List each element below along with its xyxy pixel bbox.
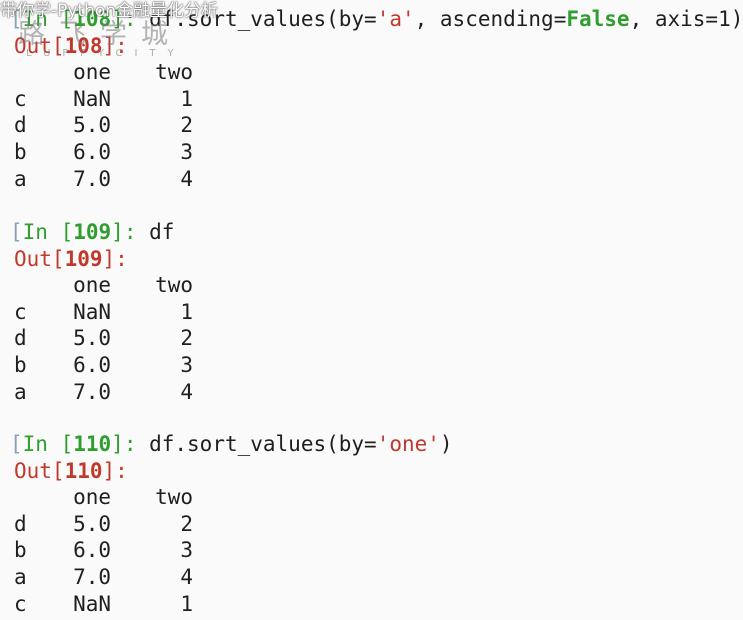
cell-two: 3	[180, 139, 193, 164]
cell-two: 4	[180, 166, 193, 191]
cell-two: 4	[180, 379, 193, 404]
header-index-spacer	[0, 59, 51, 86]
cell-two: 1	[180, 299, 193, 324]
cell-one: NaN	[73, 591, 111, 616]
header-index-spacer	[0, 272, 51, 299]
code-text: , ascending=	[414, 7, 567, 31]
column-header-one: one	[73, 485, 111, 510]
notebook-cell: [In [109]: df Out[109]: one two c NaN 1 d 5.0 2 b 6…	[0, 219, 743, 405]
in-prompt-label: In [	[22, 432, 74, 456]
code-text: df.sort_values(by=	[136, 432, 377, 456]
row-index: a	[14, 166, 27, 191]
dataframe-row: b 6.0 3	[0, 352, 743, 379]
row-index: b	[14, 352, 27, 377]
cell-two: 1	[180, 591, 193, 616]
code-string: 'one'	[376, 432, 440, 456]
row-index: c	[14, 299, 27, 324]
in-prompt-number: 109	[73, 220, 112, 244]
cell-one: 5.0	[73, 113, 111, 138]
row-index: b	[14, 538, 27, 563]
input-line[interactable]: [In [110]: df.sort_values(by='one')	[0, 431, 743, 458]
dataframe-row: c NaN 1	[0, 86, 743, 113]
cell-two: 2	[180, 326, 193, 351]
out-prompt-label: Out[	[14, 246, 65, 271]
dataframe-row: c NaN 1	[0, 591, 743, 618]
cell-two: 2	[180, 113, 193, 138]
cell-one: 6.0	[73, 139, 111, 164]
cell-two: 4	[180, 564, 193, 589]
dataframe-row: d 5.0 2	[0, 112, 743, 139]
row-index: d	[14, 113, 27, 138]
cell-two: 2	[180, 511, 193, 536]
column-header-two: two	[155, 485, 193, 510]
cell-one: 7.0	[73, 564, 111, 589]
cell-one: 7.0	[73, 166, 111, 191]
dataframe-row: d 5.0 2	[0, 325, 743, 352]
out-prompt-number: 110	[64, 458, 103, 483]
output-prompt: Out[110]:	[0, 458, 743, 485]
out-prompt-close: ]:	[102, 458, 128, 483]
cell-one: 6.0	[73, 352, 111, 377]
in-prompt-close: ]:	[111, 432, 137, 456]
dataframe-row: b 6.0 3	[0, 139, 743, 166]
dataframe-row: b 6.0 3	[0, 537, 743, 564]
column-header-two: two	[155, 273, 193, 298]
code-string: 'a'	[376, 7, 415, 31]
cell-one: 5.0	[73, 511, 111, 536]
cell-two: 3	[180, 352, 193, 377]
column-header-one: one	[73, 60, 111, 85]
cell-bracket: [	[10, 432, 23, 456]
cell-one: NaN	[73, 86, 111, 111]
cell-bracket: [	[10, 220, 23, 244]
out-prompt-number: 109	[64, 246, 103, 271]
cell-one: 7.0	[73, 379, 111, 404]
code-text: )	[439, 432, 453, 456]
column-header-two: two	[155, 60, 193, 85]
cell-one: 6.0	[73, 538, 111, 563]
site-watermark-en: LUFFYCITY	[26, 48, 186, 59]
dataframe-header: one two	[0, 59, 743, 86]
in-prompt-close: ]:	[111, 220, 137, 244]
notebook-cell: [In [110]: df.sort_values(by='one') Out[1…	[0, 431, 743, 617]
cell-one: NaN	[73, 299, 111, 324]
dataframe-header: one two	[0, 484, 743, 511]
dataframe-row: a 7.0 4	[0, 166, 743, 193]
row-index: d	[14, 511, 27, 536]
dataframe-row: c NaN 1	[0, 299, 743, 326]
code-text: , axis=1)	[629, 7, 743, 31]
in-prompt-number: 110	[73, 432, 112, 456]
column-header-one: one	[73, 273, 111, 298]
row-index: c	[14, 591, 27, 616]
input-line[interactable]: [In [109]: df	[0, 219, 743, 246]
cell-two: 3	[180, 538, 193, 563]
code-text: df	[136, 220, 175, 244]
dataframe-row: a 7.0 4	[0, 564, 743, 591]
row-index: c	[14, 86, 27, 111]
dataframe-row: d 5.0 2	[0, 511, 743, 538]
dataframe-header: one two	[0, 272, 743, 299]
out-prompt-label: Out[	[14, 458, 65, 483]
row-index: a	[14, 379, 27, 404]
in-prompt-label: In [	[22, 220, 74, 244]
course-watermark-title: 带你学-Python金融量化分析	[0, 1, 219, 21]
row-index: d	[14, 326, 27, 351]
cell-two: 1	[180, 86, 193, 111]
cell-one: 5.0	[73, 326, 111, 351]
row-index: a	[14, 564, 27, 589]
out-prompt-close: ]:	[102, 246, 128, 271]
header-index-spacer	[0, 484, 51, 511]
row-index: b	[14, 139, 27, 164]
dataframe-row: a 7.0 4	[0, 379, 743, 406]
code-keyword: False	[566, 7, 630, 31]
output-prompt: Out[109]:	[0, 246, 743, 273]
